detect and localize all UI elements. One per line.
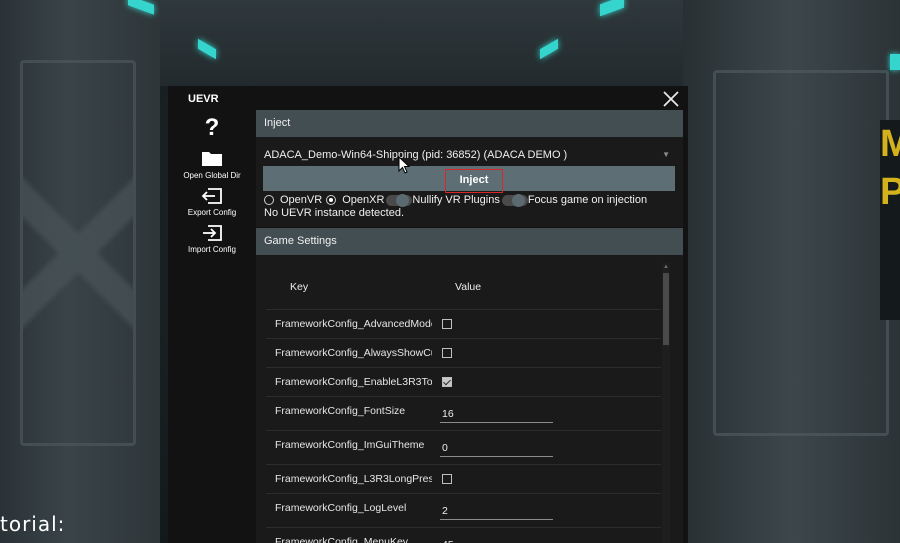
main-panel: Inject ADACA_Demo-Win64-Shipping (pid: 3… <box>256 110 683 543</box>
setting-key: FrameworkConfig_ImGuiTheme <box>275 439 425 451</box>
chevron-down-icon: ▼ <box>662 150 670 159</box>
runtime-options: OpenVR OpenXR Nullify VR Plugins Focus g… <box>264 193 647 207</box>
setting-key: FrameworkConfig_AlwaysShowCursor <box>275 347 432 359</box>
setting-key: FrameworkConfig_AdvancedMode <box>275 318 432 330</box>
setting-checkbox[interactable] <box>442 319 452 329</box>
openvr-label: OpenVR <box>280 194 323 206</box>
scroll-up-icon[interactable]: ▲ <box>662 263 670 271</box>
setting-key: FrameworkConfig_EnableL3R3Toggle <box>275 376 432 388</box>
setting-input[interactable]: 2 <box>440 502 553 520</box>
mouse-pointer-icon <box>398 156 410 174</box>
wall-sign-text: M P <box>880 123 900 213</box>
folder-icon <box>202 152 222 166</box>
import-config-label: Import Config <box>187 245 237 254</box>
table-header-row: Key Value <box>266 269 661 309</box>
wall-light <box>890 54 900 70</box>
table-row: FrameworkConfig_FontSize 16 <box>266 396 661 430</box>
help-button[interactable]: ? <box>168 114 256 142</box>
table-row: FrameworkConfig_AdvancedMode <box>266 309 661 338</box>
openxr-radio[interactable] <box>326 195 337 205</box>
settings-table: Key Value FrameworkConfig_AdvancedMode F… <box>266 269 661 543</box>
import-icon <box>203 225 222 241</box>
setting-key: FrameworkConfig_LogLevel <box>275 502 407 514</box>
open-global-dir-label: Open Global Dir <box>183 171 241 180</box>
table-row: FrameworkConfig_MenuKey 45 <box>266 527 661 543</box>
table-row: FrameworkConfig_ImGuiTheme 0 <box>266 430 661 464</box>
setting-checkbox[interactable] <box>442 474 452 484</box>
nullify-vr-plugins-label: Nullify VR Plugins <box>412 194 500 206</box>
export-config-label: Export Config <box>187 208 237 217</box>
export-icon <box>201 188 222 204</box>
export-config-button[interactable]: Export Config <box>168 186 256 217</box>
close-icon <box>663 91 679 107</box>
table-row: FrameworkConfig_L3R3LongPress <box>266 464 661 493</box>
corridor-left-wall <box>0 0 170 543</box>
uevr-window: UEVR ? Open Global Dir Export Config Imp… <box>168 86 688 543</box>
inject-button[interactable]: Inject <box>263 166 675 193</box>
wall-sign: M P <box>880 120 900 320</box>
openxr-label: OpenXR <box>342 194 385 206</box>
game-settings-header: Game Settings <box>256 228 683 255</box>
settings-scrollbar[interactable]: ▲ <box>662 263 670 543</box>
table-row: FrameworkConfig_AlwaysShowCursor <box>266 338 661 367</box>
setting-input[interactable]: 45 <box>440 536 553 543</box>
focus-game-label: Focus game on injection <box>527 194 648 206</box>
nullify-vr-plugins-toggle[interactable] <box>386 193 413 207</box>
table-row: FrameworkConfig_EnableL3R3Toggle <box>266 367 661 396</box>
process-dropdown-value: ADACA_Demo-Win64-Shipping (pid: 36852) (… <box>264 149 568 161</box>
setting-key: FrameworkConfig_L3R3LongPress <box>275 473 432 485</box>
focus-game-toggle[interactable] <box>501 193 528 207</box>
table-row: FrameworkConfig_LogLevel 2 <box>266 493 661 527</box>
column-header-value: Value <box>455 281 482 293</box>
import-config-button[interactable]: Import Config <box>168 223 256 254</box>
sidebar: ? Open Global Dir Export Config Import C… <box>168 114 256 260</box>
openvr-radio[interactable] <box>264 195 274 205</box>
open-global-dir-button[interactable]: Open Global Dir <box>168 148 256 180</box>
column-header-key: Key <box>290 281 309 293</box>
window-title: UEVR <box>188 93 219 105</box>
setting-key: FrameworkConfig_MenuKey <box>275 536 409 543</box>
inject-section-header: Inject <box>256 110 683 137</box>
setting-checkbox[interactable] <box>442 377 452 387</box>
setting-input[interactable]: 0 <box>440 439 553 457</box>
corridor-right-wall <box>683 0 900 543</box>
inject-button-label: Inject <box>445 169 503 193</box>
process-dropdown[interactable]: ADACA_Demo-Win64-Shipping (pid: 36852) (… <box>264 145 676 165</box>
help-icon: ? <box>204 114 220 141</box>
injection-status: No UEVR instance detected. <box>264 207 405 219</box>
setting-checkbox[interactable] <box>442 348 452 358</box>
tutorial-overlay-text: torial: <box>0 512 66 536</box>
scrollbar-thumb[interactable] <box>663 273 669 345</box>
inject-section: ADACA_Demo-Win64-Shipping (pid: 36852) (… <box>256 137 683 227</box>
game-settings-section: Key Value FrameworkConfig_AdvancedMode F… <box>256 255 683 543</box>
close-button[interactable] <box>660 88 682 110</box>
setting-key: FrameworkConfig_FontSize <box>275 405 406 417</box>
setting-input[interactable]: 16 <box>440 405 553 423</box>
